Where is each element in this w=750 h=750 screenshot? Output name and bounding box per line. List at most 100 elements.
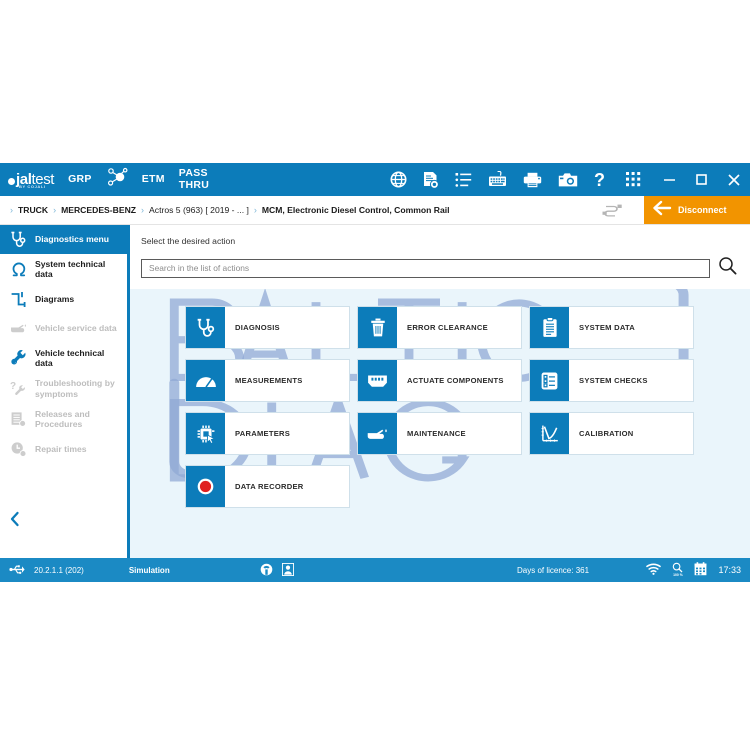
document-view-icon[interactable]	[423, 171, 439, 189]
clock-gear-icon	[9, 441, 28, 458]
breadcrumb-item-manufacturer[interactable]: MERCEDES-BENZ	[61, 205, 136, 215]
user-icon[interactable]	[281, 562, 295, 578]
arrow-left-icon	[653, 200, 672, 221]
action-button-measurements[interactable]: MEASUREMENTS	[185, 359, 350, 402]
cable-plug-icon	[602, 203, 624, 223]
action-button-calibration[interactable]: CALIBRATION	[529, 412, 694, 455]
logo-wordmark: jaltest BY COJALI	[16, 172, 54, 189]
connector-icon	[358, 360, 397, 401]
sidebar-item-label: Releases and Procedures	[35, 408, 90, 430]
sidebar-item-label: Diagrams	[35, 293, 75, 304]
action-label: SYSTEM DATA	[579, 323, 636, 332]
omega-icon	[9, 261, 28, 278]
sidebar-item-label: System technical data	[35, 259, 106, 280]
jaltest-application-window: jaltest BY COJALI GRP ETM PASS THRU ? › …	[0, 163, 750, 587]
action-label: MAINTENANCE	[407, 429, 466, 438]
sidebar-item-releases-and-procedures[interactable]: Releases and Procedures	[0, 404, 127, 435]
action-label: PARAMETERS	[235, 429, 291, 438]
sidebar-item-label: Repair times	[35, 443, 87, 454]
status-left-group: 20.2.1.1 (202) Simulation	[0, 564, 170, 577]
status-mode: Simulation	[128, 565, 170, 575]
breadcrumb-bar: › TRUCK › MERCEDES-BENZ › Actros 5 (963)…	[0, 196, 750, 225]
search-icon[interactable]	[718, 256, 737, 280]
oil-can-icon	[9, 321, 28, 335]
action-label: SYSTEM CHECKS	[579, 376, 648, 385]
title-bar: jaltest BY COJALI GRP ETM PASS THRU ?	[0, 163, 750, 196]
wrench-icon	[9, 349, 28, 366]
gauge-icon	[186, 360, 225, 401]
titlebar-etm-label[interactable]: ETM	[142, 173, 165, 185]
sidebar: Diagnostics menu System technical data D…	[0, 225, 130, 558]
action-label: DATA RECORDER	[235, 482, 304, 491]
chevron-left-icon[interactable]	[9, 511, 21, 532]
application-body: Diagnostics menu System technical data D…	[0, 225, 750, 558]
breadcrumb-item-system[interactable]: MCM, Electronic Diesel Control, Common R…	[262, 205, 450, 215]
question-wrench-icon: ?	[9, 380, 28, 397]
titlebar-grp-label[interactable]: GRP	[68, 173, 92, 185]
breadcrumb-separator: ›	[141, 205, 145, 215]
status-licence-days: Days of licence: 361	[517, 565, 590, 575]
list-icon[interactable]	[455, 172, 472, 188]
sidebar-item-vehicle-service-data[interactable]: Vehicle service data	[0, 314, 127, 343]
action-button-diagnosis[interactable]: DIAGNOSIS	[185, 306, 350, 349]
breadcrumb-item-truck[interactable]: TRUCK	[18, 205, 48, 215]
sidebar-item-diagnostics-menu[interactable]: Diagnostics menu	[0, 225, 127, 254]
sidebar-item-label: Troubleshooting by symptoms	[35, 378, 115, 399]
zoom-level-icon[interactable]: 100 %	[672, 562, 683, 577]
sidebar-item-repair-times[interactable]: Repair times	[0, 435, 127, 464]
documents-icon	[9, 411, 28, 428]
camera-icon[interactable]	[558, 172, 578, 188]
action-button-maintenance[interactable]: MAINTENANCE	[357, 412, 522, 455]
action-button-error-clearance[interactable]: ERROR CLEARANCE	[357, 306, 522, 349]
search-input[interactable]: Search in the list of actions	[141, 258, 710, 278]
svg-text:?: ?	[10, 381, 16, 392]
molecule-icon[interactable]	[106, 167, 128, 192]
keyboard-icon[interactable]	[488, 171, 507, 188]
page-title: Select the desired action	[141, 236, 236, 246]
sidebar-item-label: Vehicle service data	[35, 322, 117, 333]
usb-icon	[9, 564, 25, 577]
sidebar-item-label: Vehicle technical data	[35, 347, 105, 368]
trash-icon	[358, 307, 397, 348]
disconnect-button[interactable]: Disconnect	[644, 196, 750, 224]
titlebar-icon-group: ?	[390, 163, 607, 196]
action-label: ERROR CLEARANCE	[407, 323, 488, 332]
jaltest-logo[interactable]: jaltest BY COJALI	[0, 163, 54, 196]
sidebar-item-troubleshooting-by-symptoms[interactable]: ? Troubleshooting by symptoms	[0, 373, 127, 404]
oil-can-icon	[358, 413, 397, 454]
main-content: Select the desired action Search in the …	[130, 225, 750, 558]
help-icon[interactable]: ?	[594, 171, 607, 189]
logo-subtitle: BY COJALI	[19, 184, 46, 189]
apps-grid-icon[interactable]	[626, 163, 641, 196]
close-icon[interactable]	[721, 163, 747, 196]
breadcrumb-separator: ›	[53, 205, 57, 215]
actions-panel: DIAGNOSIS ERROR CLEARANCE SYSTEM DATA ME…	[130, 289, 750, 558]
curve-chart-icon	[530, 413, 569, 454]
search-row: Search in the list of actions	[141, 256, 737, 280]
calendar-icon[interactable]	[694, 562, 707, 578]
disconnect-label: Disconnect	[678, 205, 727, 215]
status-right-group: 100 % 17:33	[646, 562, 741, 578]
minimize-icon[interactable]	[656, 163, 682, 196]
sidebar-item-vehicle-technical-data[interactable]: Vehicle technical data	[0, 343, 127, 374]
breadcrumb-item-model[interactable]: Actros 5 (963) [ 2019 - ... ]	[149, 205, 249, 215]
action-label: CALIBRATION	[579, 429, 634, 438]
action-label: DIAGNOSIS	[235, 323, 280, 332]
wifi-icon	[646, 563, 662, 577]
globe-icon[interactable]	[390, 171, 407, 188]
status-version: 20.2.1.1 (202)	[34, 565, 84, 575]
support-icon[interactable]	[260, 563, 273, 578]
action-button-parameters[interactable]: PARAMETERS	[185, 412, 350, 455]
titlebar-passthru-label[interactable]: PASS THRU	[179, 168, 209, 190]
action-button-actuate-components[interactable]: ACTUATE COMPONENTS	[357, 359, 522, 402]
action-button-data-recorder[interactable]: DATA RECORDER	[185, 465, 350, 508]
action-label: ACTUATE COMPONENTS	[407, 376, 504, 385]
record-icon	[186, 466, 225, 507]
sidebar-item-system-technical-data[interactable]: System technical data	[0, 254, 127, 285]
printer-icon[interactable]	[523, 172, 542, 188]
clipboard-icon	[530, 307, 569, 348]
action-button-system-data[interactable]: SYSTEM DATA	[529, 306, 694, 349]
action-button-system-checks[interactable]: SYSTEM CHECKS	[529, 359, 694, 402]
sidebar-item-diagrams[interactable]: Diagrams	[0, 285, 127, 314]
maximize-icon[interactable]	[688, 163, 714, 196]
